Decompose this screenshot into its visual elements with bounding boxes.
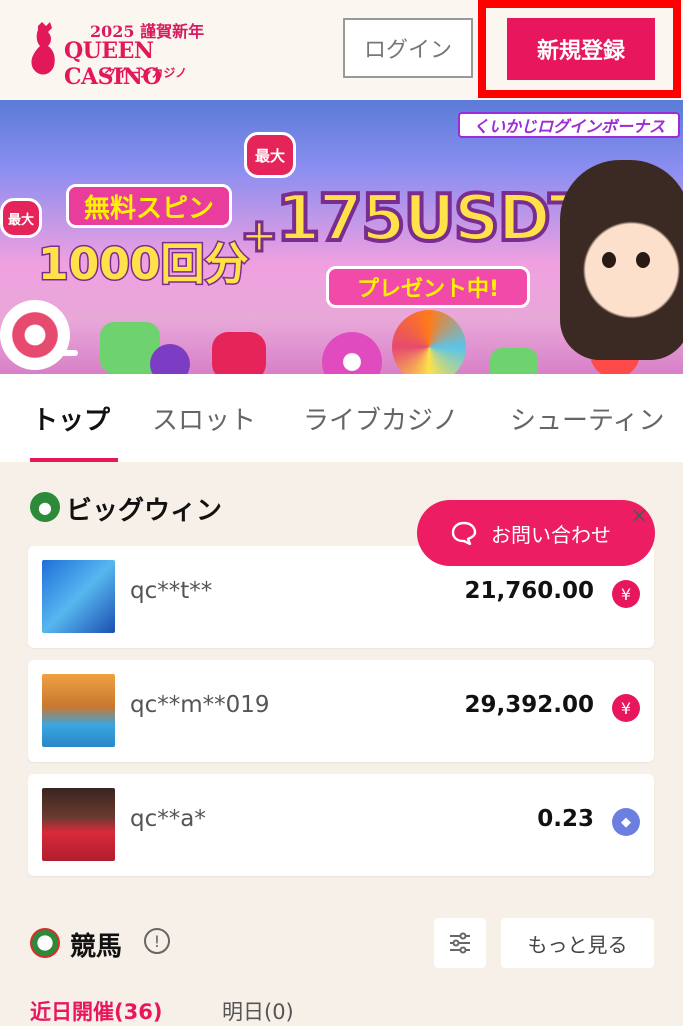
tab-tomorrow[interactable]: 明日(0) [222, 996, 294, 1026]
tab-shooting[interactable]: シューティン [510, 400, 664, 437]
yen-icon: ¥ [612, 694, 640, 722]
tab-top[interactable]: トップ [32, 400, 110, 437]
contact-button[interactable]: お問い合わせ [417, 500, 655, 566]
yen-icon: ¥ [612, 580, 640, 608]
game-thumbnail [42, 788, 115, 861]
candy-decoration [322, 332, 382, 374]
candy-decoration [392, 310, 466, 374]
win-username: qc**t** [130, 578, 213, 604]
win-username: qc**m**019 [130, 692, 270, 718]
usdt-amount: 175USDT [274, 180, 594, 258]
mascot-eye [602, 252, 616, 268]
candy-decoration [0, 300, 70, 370]
close-icon[interactable]: × [626, 502, 652, 528]
tab-live-casino[interactable]: ライブカジノ [303, 400, 458, 437]
mascot-character [560, 160, 683, 360]
big-win-title: ビッグウィン [66, 496, 223, 526]
see-more-button[interactable]: もっと見る [501, 918, 654, 968]
filter-sliders-icon [450, 932, 470, 954]
win-row[interactable]: qc**m**019 29,392.00 ¥ [28, 660, 654, 762]
tab-upcoming[interactable]: 近日開催(36) [30, 996, 162, 1026]
candy-decoration [490, 348, 538, 374]
logo-subtitle: クイーンカジノ [104, 66, 188, 80]
max-badge-right: 最大 [244, 132, 296, 178]
win-row[interactable]: qc**a* 0.23 ◆ [28, 774, 654, 876]
big-win-icon: ● [30, 492, 60, 522]
win-username: qc**a* [130, 806, 206, 832]
contact-label: お問い合わせ [491, 522, 611, 547]
game-thumbnail [42, 674, 115, 747]
present-label: プレゼント中! [326, 266, 530, 308]
queen-casino-logo[interactable]: 2025 謹賀新年 QUEEN CASINO クイーンカジノ [28, 16, 228, 90]
category-tabs: トップ スロット ライブカジノ シューティン [0, 374, 683, 462]
tab-slots[interactable]: スロット [152, 400, 256, 437]
login-button[interactable]: ログイン [343, 18, 473, 78]
queen-silhouette-icon [31, 22, 55, 75]
promo-banner[interactable]: くいかじログインボーナス 最大 最大 無料スピン 1000回分 + 175USD… [0, 100, 683, 374]
chat-bubble-icon [451, 521, 477, 545]
game-thumbnail [42, 560, 115, 633]
ethereum-icon: ◆ [612, 808, 640, 836]
mascot-eye [636, 252, 650, 268]
free-spin-label: 無料スピン [66, 184, 232, 228]
win-amount: 29,392.00 [464, 692, 595, 718]
horse-racing-icon [30, 928, 60, 958]
candy-decoration [150, 344, 190, 374]
plus-sign: + [239, 207, 281, 264]
win-amount: 21,760.00 [464, 578, 595, 604]
carousel-indicator[interactable] [52, 350, 78, 356]
login-bonus-tag: くいかじログインボーナス [458, 112, 680, 138]
info-icon[interactable]: ! [144, 928, 170, 954]
win-amount: 0.23 [537, 806, 594, 832]
header: 2025 謹賀新年 QUEEN CASINO クイーンカジノ ログイン 新規登録 [0, 0, 683, 100]
horse-racing-title: 競馬 [70, 932, 123, 962]
signup-button[interactable]: 新規登録 [507, 18, 655, 80]
max-badge-left: 最大 [0, 198, 42, 238]
active-tab-indicator [30, 458, 118, 462]
candy-decoration [212, 332, 266, 374]
free-spin-count: 1000回分 [36, 238, 249, 292]
filter-button[interactable] [434, 918, 486, 968]
